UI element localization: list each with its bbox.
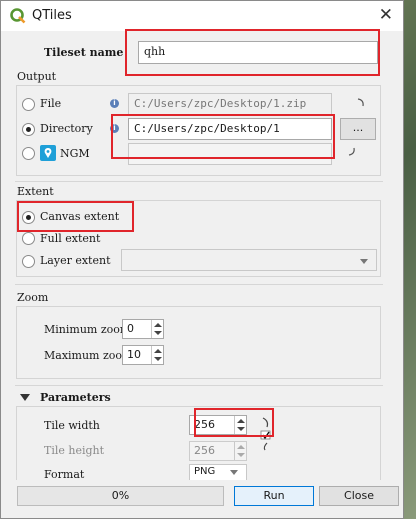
layer-extent-select[interactable]	[121, 249, 377, 271]
minimum-zoom-label: Minimum zoom	[44, 323, 131, 336]
file-path-input[interactable]: C:/Users/zpc/Desktop/1.zip	[128, 93, 332, 115]
file-label: File	[40, 97, 62, 110]
spinner-icon	[348, 147, 355, 156]
zoom-group-title: Zoom	[17, 291, 49, 304]
info-icon: i	[110, 99, 119, 108]
highlight-tileset-name	[125, 29, 380, 76]
spin-up-icon[interactable]	[154, 349, 162, 353]
parameters-group-title[interactable]: Parameters	[40, 391, 111, 404]
output-group-title: Output	[17, 70, 57, 83]
spin-down-icon[interactable]	[154, 331, 162, 335]
format-value: PNG	[194, 466, 216, 477]
ngm-label: NGM	[60, 147, 90, 160]
tile-height-value: 256	[194, 444, 215, 457]
highlight-canvas-extent	[17, 201, 134, 232]
window-title: QTiles	[32, 8, 72, 23]
file-radio[interactable]	[22, 98, 35, 111]
chevron-down-icon	[230, 470, 238, 475]
ngm-icon	[40, 145, 56, 161]
browse-directory-button[interactable]: ...	[340, 118, 376, 140]
minimum-zoom-value: 0	[127, 322, 134, 335]
separator	[15, 284, 383, 285]
scrollbar[interactable]	[390, 32, 403, 477]
qgis-logo-icon	[10, 8, 26, 24]
run-button[interactable]: Run	[234, 486, 314, 506]
directory-label: Directory	[40, 122, 93, 135]
full-extent-label: Full extent	[40, 232, 101, 245]
extent-group-title: Extent	[17, 185, 54, 198]
highlight-tile-width	[194, 408, 274, 437]
collapse-arrow-icon[interactable]	[20, 394, 30, 402]
full-extent-radio[interactable]	[22, 232, 35, 245]
chevron-down-icon	[360, 259, 368, 264]
progress-bar: 0%	[17, 486, 224, 506]
close-window-button[interactable]: ✕	[379, 5, 393, 25]
zoom-group	[16, 306, 381, 379]
tile-height-label: Tile height	[44, 444, 105, 457]
tileset-name-label: Tileset name	[44, 46, 124, 59]
directory-radio[interactable]	[22, 123, 35, 136]
tile-height-spinbox[interactable]: 256	[189, 441, 247, 461]
maximum-zoom-value: 10	[127, 348, 141, 361]
separator	[15, 385, 383, 386]
title-bar: QTiles ✕	[1, 1, 403, 31]
spin-down-icon[interactable]	[154, 357, 162, 361]
qtiles-dialog: QTiles ✕ Tileset name qhh Output File i …	[0, 0, 404, 519]
layer-extent-label: Layer extent	[40, 254, 111, 267]
close-button[interactable]: Close	[319, 486, 399, 506]
highlight-directory	[111, 114, 335, 159]
tile-width-label: Tile width	[44, 419, 100, 432]
spinner-icon	[357, 98, 364, 107]
format-select[interactable]: PNG	[189, 464, 247, 480]
ngm-radio[interactable]	[22, 147, 35, 160]
separator	[15, 181, 383, 182]
spin-up-icon[interactable]	[237, 445, 245, 449]
minimum-zoom-spinbox[interactable]: 0	[122, 319, 164, 339]
maximum-zoom-spinbox[interactable]: 10	[122, 345, 164, 365]
layer-extent-radio[interactable]	[22, 255, 35, 268]
spin-up-icon[interactable]	[154, 323, 162, 327]
maximum-zoom-label: Maximum zoom	[44, 349, 133, 362]
spin-down-icon[interactable]	[237, 453, 245, 457]
